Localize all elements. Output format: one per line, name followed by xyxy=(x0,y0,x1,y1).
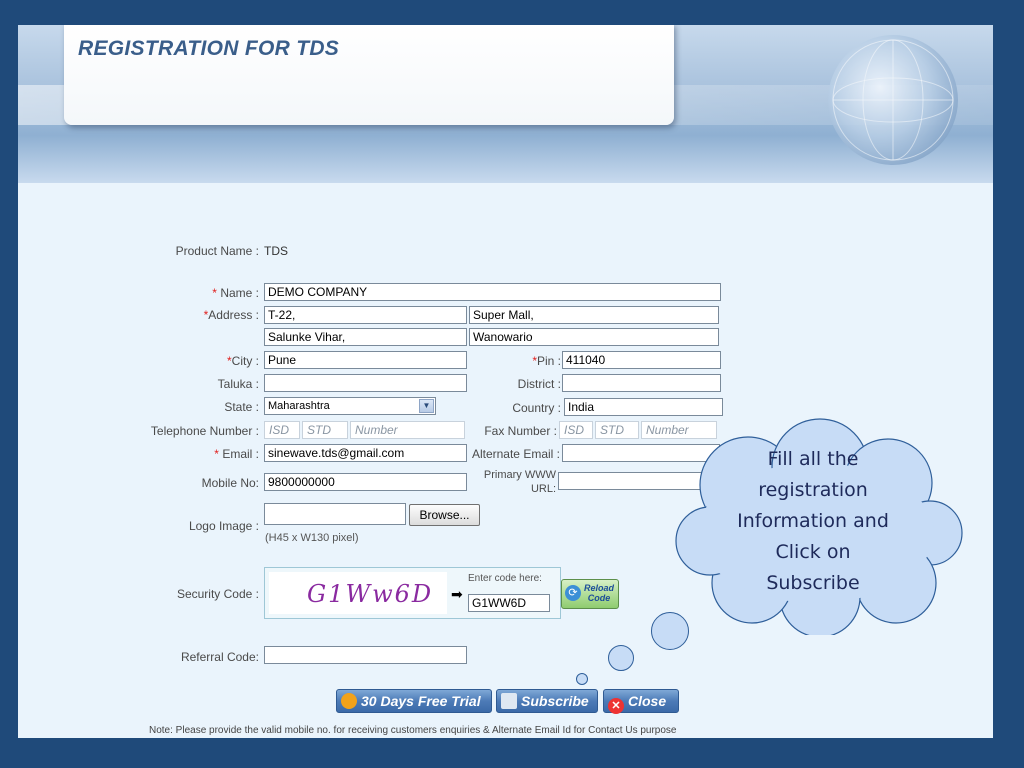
referral-code-input[interactable] xyxy=(264,646,467,664)
captcha-box: G1Ww6D ➡ Enter code here: G1WW6D xyxy=(264,567,561,619)
thought-bubble-small xyxy=(576,673,588,685)
telephone-label: Telephone Number : xyxy=(150,424,259,438)
close-button[interactable]: ✕ Close xyxy=(603,689,679,714)
email-input[interactable]: sinewave.tds@gmail.com xyxy=(264,444,467,462)
title-card: REGISTRATION FOR TDS xyxy=(64,25,674,125)
telephone-isd-input[interactable]: ISD xyxy=(264,421,300,439)
email-label: * Email : xyxy=(214,447,259,461)
logo-size-hint: (H45 x W130 pixel) xyxy=(265,532,359,544)
primary-www-label: Primary WWW URL: xyxy=(483,469,556,495)
pin-label: *Pin : xyxy=(532,354,561,368)
address-line4-input[interactable]: Wanowario xyxy=(469,328,719,346)
captcha-image: G1Ww6D xyxy=(269,572,447,614)
enter-code-label: Enter code here: xyxy=(468,573,542,584)
district-label: District : xyxy=(517,377,561,391)
telephone-std-input[interactable]: STD xyxy=(302,421,348,439)
security-code-label: Security Code : xyxy=(176,587,259,601)
header-banner: REGISTRATION FOR TDS xyxy=(18,25,993,183)
fax-isd-input[interactable]: ISD xyxy=(559,421,593,439)
product-name-value: TDS xyxy=(264,244,288,258)
state-select[interactable]: Maharashtra ▼ xyxy=(264,397,436,415)
mobile-label: Mobile No: xyxy=(201,476,259,490)
close-icon: ✕ xyxy=(608,698,624,714)
address-label: *Address : xyxy=(203,308,259,322)
name-input[interactable]: DEMO COMPANY xyxy=(264,283,721,301)
telephone-number-input[interactable]: Number xyxy=(350,421,465,439)
arrow-right-icon: ➡ xyxy=(451,586,463,602)
reload-code-label: Reload Code xyxy=(584,583,615,603)
referral-code-label: Referral Code: xyxy=(180,650,259,664)
browse-button[interactable]: Browse... xyxy=(409,504,480,526)
callout-text: Fill all the registration Information an… xyxy=(737,448,889,594)
mobile-input[interactable]: 9800000000 xyxy=(264,473,467,491)
city-label: *City : xyxy=(226,354,259,368)
country-label: Country : xyxy=(512,401,561,415)
logo-file-input[interactable] xyxy=(264,503,406,525)
state-select-value: Maharashtra xyxy=(268,400,330,412)
pin-input[interactable]: 411040 xyxy=(562,351,721,369)
reload-code-button[interactable]: ⟳ Reload Code xyxy=(561,579,619,609)
alternate-email-label: Alternate Email : xyxy=(471,447,560,461)
thought-bubble-medium xyxy=(608,645,634,671)
page-title: REGISTRATION FOR TDS xyxy=(78,37,340,60)
address-line2-input[interactable]: Super Mall, xyxy=(469,306,719,324)
free-badge-icon xyxy=(341,693,357,709)
chevron-down-icon[interactable]: ▼ xyxy=(419,399,434,413)
address-line3-input[interactable]: Salunke Vihar, xyxy=(264,328,467,346)
subscribe-button[interactable]: Subscribe xyxy=(496,689,598,713)
taluka-label: Taluka : xyxy=(217,377,259,391)
state-label: State : xyxy=(224,400,259,414)
name-label: * Name : xyxy=(212,286,259,300)
captcha-text: G1Ww6D xyxy=(307,580,434,608)
free-trial-button[interactable]: 30 Days Free Trial xyxy=(336,689,492,713)
fax-label: Fax Number : xyxy=(484,424,557,438)
globe-graphic xyxy=(828,35,958,165)
taluka-input[interactable] xyxy=(264,374,467,392)
footer-note: Note: Please provide the valid mobile no… xyxy=(149,725,677,736)
logo-image-label: Logo Image : xyxy=(188,519,259,533)
fax-std-input[interactable]: STD xyxy=(595,421,639,439)
district-input[interactable] xyxy=(562,374,721,392)
enter-code-input[interactable]: G1WW6D xyxy=(468,594,550,612)
country-input[interactable]: India xyxy=(564,398,723,416)
city-input[interactable]: Pune xyxy=(264,351,467,369)
product-name-label: Product Name : xyxy=(175,244,259,258)
document-icon xyxy=(501,693,517,709)
address-line1-input[interactable]: T-22, xyxy=(264,306,467,324)
refresh-icon: ⟳ xyxy=(565,585,581,601)
